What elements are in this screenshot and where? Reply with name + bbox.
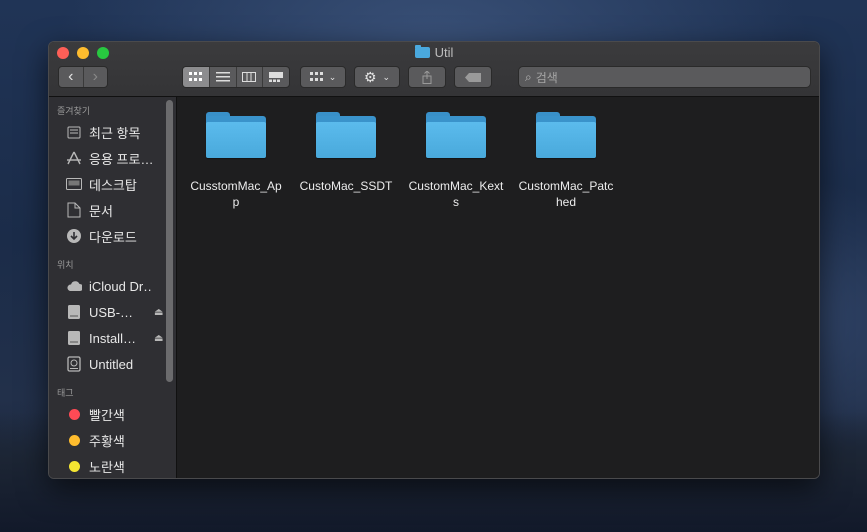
- sidebar-item-label: 다운로드: [89, 229, 137, 245]
- nav-buttons: ‹ ›: [58, 66, 108, 88]
- tag-color-dot-wrapper: [66, 406, 82, 422]
- sidebar-item-label: 응용 프로…: [89, 151, 153, 167]
- sidebar-section-tags: 태그: [57, 388, 74, 398]
- sidebar-item-label: 빨간색: [89, 407, 125, 423]
- share-icon: [422, 70, 432, 84]
- grid-icon: [189, 72, 203, 81]
- sidebar-item-usb[interactable]: USB-… ⏏: [49, 299, 176, 325]
- title-bar: Util ‹ › ⌄ ⚙ ⌄ ⌕ 검색: [49, 42, 819, 97]
- grid-icon: [309, 72, 323, 81]
- view-mode-selector: [182, 66, 290, 88]
- share-button[interactable]: [408, 66, 446, 88]
- back-button[interactable]: ‹: [59, 67, 83, 87]
- folder-item[interactable]: CustomMac_Kexts: [401, 112, 511, 210]
- sidebar-item-label: Install…: [89, 330, 136, 346]
- folder-item[interactable]: CustomMac_Patched: [511, 112, 621, 210]
- finder-window: Util ‹ › ⌄ ⚙ ⌄ ⌕ 검색 즐겨찾기 최근 항목 응용 프로… 데스…: [48, 41, 820, 479]
- action-menu-button[interactable]: ⚙ ⌄: [354, 66, 400, 88]
- sidebar-item-tag-yellow[interactable]: 노란색: [49, 453, 176, 478]
- clock-icon: [66, 124, 82, 140]
- gallery-icon: [269, 72, 284, 82]
- group-by-button[interactable]: ⌄: [300, 66, 346, 88]
- sidebar-item-recents[interactable]: 최근 항목: [49, 119, 176, 145]
- window-title-text: Util: [434, 45, 454, 60]
- chevron-down-icon: ⌄: [382, 71, 391, 82]
- sidebar-item-label: Untitled: [89, 356, 134, 372]
- toolbar: ‹ › ⌄ ⚙ ⌄ ⌕ 검색: [49, 66, 819, 90]
- applications-icon: [66, 150, 82, 166]
- window-title: Util: [49, 45, 819, 60]
- sidebar-scrollbar[interactable]: [166, 100, 173, 382]
- desktop-icon: [66, 176, 82, 192]
- folder-name: CustomMac_Kexts: [408, 179, 504, 209]
- orange-dot-icon: [68, 434, 80, 446]
- sidebar-section-locations: 위치: [57, 260, 74, 270]
- icon-view-button[interactable]: [183, 67, 209, 87]
- sidebar-item-label: USB-…: [89, 304, 134, 320]
- sidebar-item-downloads[interactable]: 다운로드: [49, 223, 176, 249]
- folder-item[interactable]: CusstomMac_App: [181, 112, 291, 210]
- folder-name: CustomMac_Patched: [518, 179, 614, 209]
- folder-icon: [426, 112, 486, 158]
- sidebar-section-favorites: 즐겨찾기: [57, 106, 91, 116]
- column-view-button[interactable]: [235, 67, 263, 87]
- documents-icon: [66, 202, 82, 218]
- file-browser-content: CusstomMac_App CustoMac_SSDT CustomMac_K…: [177, 97, 819, 478]
- drive-icon: [66, 330, 82, 346]
- search-icon: ⌕: [525, 69, 532, 84]
- folder-name: CusstomMac_App: [190, 179, 282, 209]
- edit-tags-button[interactable]: [454, 66, 492, 88]
- sidebar-item-documents[interactable]: 문서: [49, 197, 176, 223]
- list-view-button[interactable]: [208, 67, 236, 87]
- sidebar-item-label: 데스크탑: [89, 177, 137, 193]
- tag-icon: [465, 72, 481, 82]
- sidebar-item-tag-red[interactable]: 빨간색: [49, 401, 176, 427]
- sidebar-item-icloud-drive[interactable]: iCloud Dr…: [49, 273, 176, 299]
- tag-color-dot-wrapper: [66, 458, 82, 474]
- gear-icon: ⚙: [363, 68, 377, 85]
- sidebar-item-desktop[interactable]: 데스크탑: [49, 171, 176, 197]
- eject-icon[interactable]: ⏏: [154, 307, 163, 318]
- drive-icon: [66, 304, 82, 320]
- tag-color-dot-wrapper: [66, 432, 82, 448]
- sidebar-item-tag-orange[interactable]: 주황색: [49, 427, 176, 453]
- folder-name: CustoMac_SSDT: [299, 179, 393, 193]
- list-icon: [215, 72, 230, 82]
- eject-icon[interactable]: ⏏: [154, 333, 163, 344]
- search-placeholder: 검색: [535, 70, 558, 85]
- yellow-dot-icon: [68, 460, 80, 472]
- chevron-down-icon: ⌄: [328, 71, 337, 82]
- disk-icon: [66, 356, 82, 372]
- red-dot-icon: [68, 408, 80, 420]
- sidebar-item-applications[interactable]: 응용 프로…: [49, 145, 176, 171]
- folder-icon: [414, 45, 430, 58]
- columns-icon: [242, 72, 257, 82]
- folder-icon: [316, 112, 376, 158]
- sidebar-item-install[interactable]: Install… ⏏: [49, 325, 176, 351]
- sidebar-item-label: 노란색: [89, 459, 125, 475]
- downloads-icon: [66, 228, 82, 244]
- sidebar-item-label: 문서: [89, 203, 113, 219]
- sidebar-item-untitled[interactable]: Untitled: [49, 351, 176, 377]
- forward-button[interactable]: ›: [82, 67, 108, 87]
- folder-icon: [536, 112, 596, 158]
- folder-item[interactable]: CustoMac_SSDT: [291, 112, 401, 194]
- cloud-icon: [66, 278, 82, 294]
- gallery-view-button[interactable]: [262, 67, 289, 87]
- sidebar-item-label: 최근 항목: [89, 125, 141, 141]
- sidebar-item-label: iCloud Dr…: [89, 278, 153, 294]
- search-field[interactable]: ⌕ 검색: [518, 66, 811, 88]
- sidebar-item-label: 주황색: [89, 433, 125, 449]
- sidebar: 즐겨찾기 최근 항목 응용 프로… 데스크탑 문서 다운로드 위치 iCloud…: [49, 97, 177, 478]
- folder-icon: [206, 112, 266, 158]
